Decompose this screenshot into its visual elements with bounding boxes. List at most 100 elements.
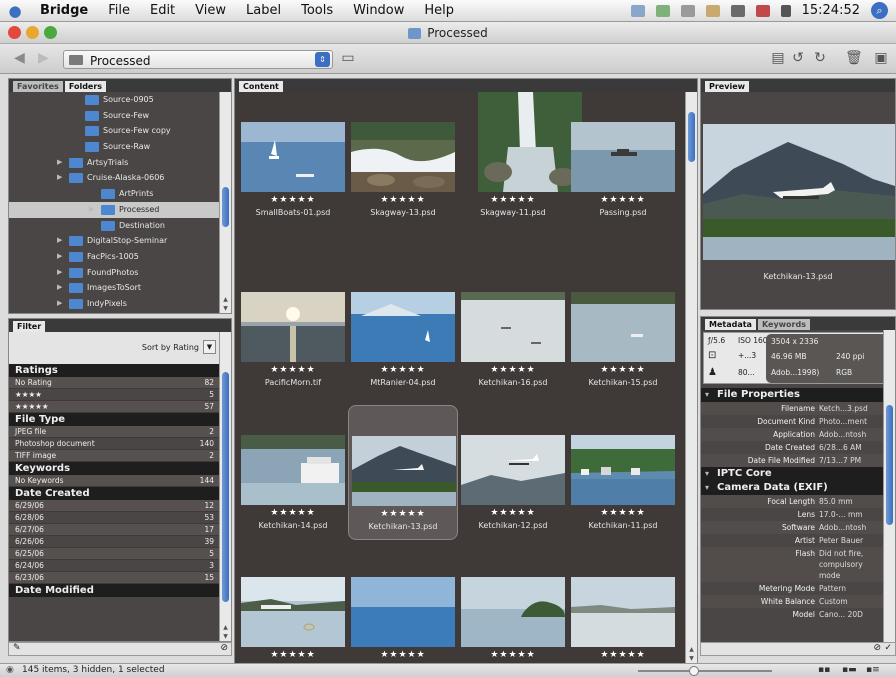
folders-scrollbar[interactable]: ▲ ▼ <box>219 92 231 313</box>
compact-mode-icon[interactable]: ▣ <box>873 51 889 66</box>
thumbnail-cell[interactable]: ★★★★★ Ketchikan-16.psd <box>458 262 568 397</box>
thumbnail-image[interactable] <box>241 577 345 647</box>
thumbnail-cell[interactable]: ★★★★★ PacificMorn.tif <box>238 262 348 397</box>
filter-section-header[interactable]: Keywords <box>9 462 219 475</box>
apply-check-icon[interactable]: ✓ <box>884 643 892 653</box>
rating-stars[interactable]: ★★★★★ <box>348 650 458 660</box>
scroll-thumb[interactable] <box>688 112 695 162</box>
disclosure-triangle-icon[interactable]: ▶ <box>57 268 62 276</box>
rating-stars[interactable]: ★★★★★ <box>568 195 678 205</box>
forward-arrow-icon[interactable]: ▶ <box>38 50 49 66</box>
spotlight-icon[interactable]: ⌕ <box>871 2 888 19</box>
filter-item[interactable]: 6/29/06 12 <box>9 500 219 512</box>
rating-stars[interactable]: ★★★★★ <box>238 508 348 518</box>
menu-window[interactable]: Window <box>343 3 414 18</box>
rotate-left-icon[interactable]: ↺ <box>790 51 806 66</box>
thumbnail-cell[interactable]: ★★★★★ Ketchikan-13.psd <box>348 405 458 540</box>
tray-icon-2[interactable] <box>655 4 670 17</box>
thumbnail-image[interactable] <box>461 577 565 647</box>
thumbnail-image[interactable] <box>241 292 345 362</box>
folder-item[interactable]: Source-0905 <box>9 92 219 108</box>
tray-icon-4[interactable] <box>705 4 720 17</box>
thumbnail-cell[interactable]: ★★★★★InsidePassage-02.psd <box>458 547 568 663</box>
menubar-clock[interactable]: 15:24:52 <box>802 3 860 18</box>
scroll-down-arrow[interactable]: ▼ <box>220 305 231 312</box>
rating-stars[interactable]: ★★★★★ <box>458 365 568 375</box>
folder-item[interactable]: ▶ DigitalStop-Seminar <box>9 233 219 249</box>
menu-bridge[interactable]: Bridge <box>30 3 98 18</box>
menu-file[interactable]: File <box>98 3 140 18</box>
filter-section-header[interactable]: Date Modified <box>9 584 219 597</box>
thumbnail-cell[interactable]: ★★★★★ Skagway-13.psd <box>348 92 458 227</box>
disclosure-triangle-icon[interactable]: ▶ <box>89 205 94 213</box>
rating-stars[interactable]: ★★★★★ <box>458 650 568 660</box>
slider-track[interactable] <box>638 670 772 672</box>
rating-stars[interactable]: ★★★★★ <box>238 365 348 375</box>
disclosure-triangle-icon[interactable]: ▶ <box>57 173 62 181</box>
rating-stars[interactable]: ★★★★★ <box>238 195 348 205</box>
menu-edit[interactable]: Edit <box>140 3 185 18</box>
back-arrow-icon[interactable]: ◀ <box>14 50 25 66</box>
clear-icon[interactable]: ⊘ <box>873 643 881 653</box>
metadata-scrollbar[interactable] <box>883 330 895 655</box>
rotate-right-icon[interactable]: ↻ <box>812 51 828 66</box>
thumbnail-cell[interactable]: ★★★★★ SmallBoats-01.psd <box>238 92 348 227</box>
folder-item[interactable]: ▶ Processed <box>9 201 219 218</box>
folder-item[interactable]: Source-Few <box>9 108 219 124</box>
tab-favorites[interactable]: Favorites <box>13 81 63 92</box>
go-up-folder-icon[interactable]: ▭ <box>340 51 356 66</box>
rating-stars[interactable]: ★★★★★ <box>348 195 458 205</box>
thumbnail-cell[interactable]: ★★★★★ MtRanier-04.psd <box>348 262 458 397</box>
folder-item[interactable]: ▶ FoundPhotos <box>9 265 219 281</box>
filter-item[interactable]: 6/26/06 39 <box>9 536 219 548</box>
thumbnail-image[interactable] <box>351 292 455 362</box>
rating-stars[interactable]: ★★★★★ <box>568 365 678 375</box>
folder-item[interactable]: ▶ ArtsyTrials <box>9 155 219 171</box>
filter-item[interactable]: 6/25/06 5 <box>9 548 219 560</box>
disclosure-triangle-icon[interactable]: ▶ <box>57 283 62 291</box>
thumbnail-cell[interactable]: ★★★★★ Skagway-11.psd <box>458 92 582 227</box>
rating-stars[interactable]: ★★★★★ <box>348 365 458 375</box>
clear-filter-icon[interactable]: ⊘ <box>220 643 228 653</box>
scroll-thumb[interactable] <box>222 372 229 602</box>
scroll-thumb[interactable] <box>886 405 893 525</box>
scroll-down-arrow[interactable]: ▼ <box>220 633 231 640</box>
tab-metadata[interactable]: Metadata <box>705 319 756 330</box>
view-details-icon[interactable]: ▪≡ <box>866 665 880 675</box>
scroll-thumb[interactable] <box>222 187 229 227</box>
thumbnail-image[interactable] <box>461 292 565 362</box>
disclosure-triangle-icon[interactable]: ▶ <box>57 299 62 307</box>
thumbnail-cell[interactable]: ★★★★★Ketchikan-10.psd <box>238 547 348 663</box>
sort-by-dropdown[interactable]: Sort by Rating <box>142 343 199 352</box>
thumbnail-image[interactable] <box>571 577 675 647</box>
scroll-up-arrow[interactable]: ▲ <box>220 296 231 303</box>
preview-image[interactable] <box>703 124 895 260</box>
folder-item[interactable]: ArtPrints <box>9 186 219 202</box>
filter-scrollbar[interactable]: ▲ ▼ <box>219 332 231 641</box>
filter-item[interactable]: 6/24/06 3 <box>9 560 219 572</box>
thumbnail-cell[interactable]: ★★★★★ Ketchikan-12.psd <box>458 405 568 540</box>
apple-menu-icon[interactable]: ● <box>0 2 30 20</box>
thumbnail-image[interactable] <box>351 577 455 647</box>
filter-item[interactable]: 6/28/06 53 <box>9 512 219 524</box>
tab-folders[interactable]: Folders <box>64 81 107 92</box>
thumbnail-cell[interactable]: ★★★★★ Ketchikan-15.psd <box>568 262 678 397</box>
scroll-up-arrow[interactable]: ▲ <box>220 624 231 631</box>
rating-stars[interactable]: ★★★★★ <box>568 508 678 518</box>
scroll-down-arrow[interactable]: ▼ <box>686 655 697 662</box>
rating-stars[interactable]: ★★★★★ <box>458 508 568 518</box>
filter-item[interactable]: JPEG file 2 <box>9 426 219 438</box>
filter-item[interactable]: 6/23/06 15 <box>9 572 219 584</box>
thumbnail-image[interactable] <box>241 122 345 192</box>
sort-direction-button[interactable]: ▼ <box>203 340 216 354</box>
folder-item[interactable]: ▶ ImagesToSort <box>9 280 219 296</box>
tray-icon-5[interactable] <box>730 4 745 17</box>
tab-preview[interactable]: Preview <box>705 81 750 92</box>
thumbnail-image[interactable] <box>478 92 582 192</box>
filter-item[interactable]: ★★★★ 5 <box>9 389 219 401</box>
thumbnail-image[interactable] <box>571 292 675 362</box>
filter-item[interactable]: 6/27/06 17 <box>9 524 219 536</box>
tray-icon-1[interactable] <box>630 4 645 17</box>
folder-item[interactable]: Destination <box>9 218 219 234</box>
filter-section-header[interactable]: File Type <box>9 413 219 426</box>
